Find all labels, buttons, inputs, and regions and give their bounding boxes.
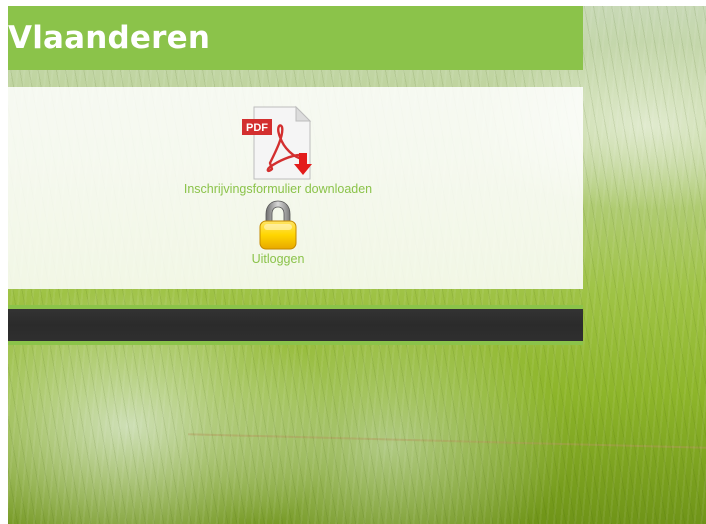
padlock-icon	[259, 200, 297, 250]
site-title: Vlaanderen	[8, 20, 211, 56]
logout-link[interactable]: Uitloggen	[8, 199, 548, 267]
dark-footer-bar	[8, 305, 583, 345]
download-form-label: Inschrijvingsformulier downloaden	[183, 182, 373, 196]
grass-field-line	[188, 433, 706, 449]
content-panel: PDF Inschrijvingsformulier downloaden Ui…	[8, 87, 583, 289]
page: Vlaanderen PDF Inschrijvingsformulier do…	[0, 0, 706, 524]
download-form-link[interactable]: PDF Inschrijvingsformulier downloaden	[8, 105, 548, 197]
site-header: Vlaanderen	[8, 6, 583, 70]
pdf-download-icon: PDF	[242, 105, 312, 180]
pdf-badge-text: PDF	[246, 122, 268, 134]
logout-label: Uitloggen	[251, 252, 305, 266]
